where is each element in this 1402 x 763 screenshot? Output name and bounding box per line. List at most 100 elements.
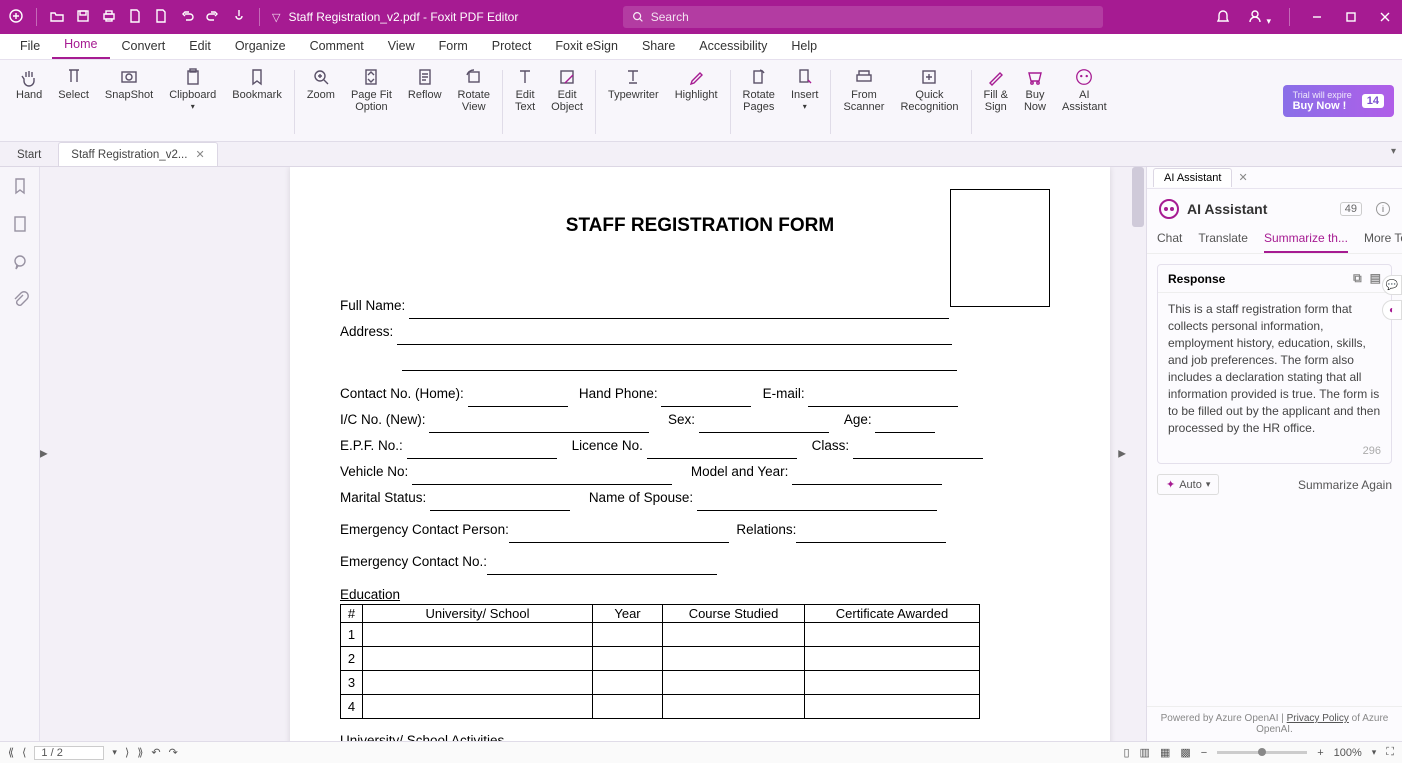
undo-icon[interactable] <box>179 8 195 27</box>
zoom-slider[interactable] <box>1217 751 1307 754</box>
ai-panel-close-icon[interactable]: ✕ <box>1238 171 1247 184</box>
menu-home[interactable]: Home <box>52 33 109 59</box>
document-canvas[interactable]: ▶ STAFF REGISTRATION FORM Full Name: Add… <box>40 167 1130 741</box>
trial-banner[interactable]: Trial will expireBuy Now ! 14 <box>1283 85 1394 117</box>
close-button[interactable] <box>1376 8 1394 26</box>
snapshot-button[interactable]: SnapShot <box>97 64 161 101</box>
view-continuous-icon[interactable]: ▥ <box>1140 746 1150 759</box>
aiassistant-button[interactable]: AI Assistant <box>1054 64 1115 113</box>
tab-close-icon[interactable]: ✕ <box>195 148 204 161</box>
bookmark-button[interactable]: Bookmark <box>224 64 290 101</box>
info-icon[interactable]: i <box>1376 202 1390 216</box>
menu-organize[interactable]: Organize <box>223 35 298 59</box>
pdf-page: STAFF REGISTRATION FORM Full Name: Addre… <box>290 167 1110 741</box>
menu-esign[interactable]: Foxit eSign <box>543 35 630 59</box>
fromscanner-button[interactable]: From Scanner <box>835 64 892 113</box>
next-page-icon[interactable]: ⟩ <box>125 746 129 759</box>
view-single-icon[interactable]: ▯ <box>1123 746 1129 759</box>
rotateview-button[interactable]: Rotate View <box>450 64 498 113</box>
education-label: Education <box>340 587 1060 602</box>
page-add-icon[interactable] <box>127 8 143 27</box>
tab-start[interactable]: Start <box>4 142 54 166</box>
prev-page-icon[interactable]: ⟨ <box>22 746 26 759</box>
float-chat-icon[interactable]: 💬 <box>1382 275 1402 295</box>
hand-button[interactable]: Hand <box>8 64 50 101</box>
reflow-button[interactable]: Reflow <box>400 64 450 101</box>
maximize-button[interactable] <box>1342 8 1360 26</box>
feedback-icon[interactable]: ▤ <box>1370 271 1381 286</box>
ai-tab-translate[interactable]: Translate <box>1198 227 1248 253</box>
insert-button[interactable]: Insert▾ <box>783 64 827 113</box>
zoom-in-icon[interactable]: + <box>1317 747 1323 759</box>
search-box[interactable]: Search <box>623 6 1103 28</box>
tab-document[interactable]: Staff Registration_v2...✕ <box>58 142 217 166</box>
minimize-button[interactable] <box>1308 8 1326 26</box>
last-page-icon[interactable]: ⟫ <box>137 746 143 759</box>
ai-tab-more[interactable]: More Tools ▾ <box>1364 227 1402 253</box>
expand-right-icon[interactable]: ▶ <box>1118 449 1126 460</box>
page-icon[interactable] <box>153 8 169 27</box>
highlight-button[interactable]: Highlight <box>667 64 726 101</box>
expand-left-icon[interactable]: ▶ <box>40 449 48 460</box>
privacy-link[interactable]: Privacy Policy <box>1287 713 1349 724</box>
select-button[interactable]: Select <box>50 64 97 101</box>
edittext-button[interactable]: Edit Text <box>507 64 543 113</box>
summarize-again-button[interactable]: Summarize Again <box>1298 478 1392 492</box>
ai-footer: Powered by Azure OpenAI | Privacy Policy… <box>1147 706 1402 741</box>
comments-panel-icon[interactable] <box>11 253 29 271</box>
clipboard-button[interactable]: Clipboard▾ <box>161 64 224 113</box>
zoom-out-icon[interactable]: − <box>1201 747 1207 759</box>
editobject-button[interactable]: Edit Object <box>543 64 591 113</box>
ai-tab-summarize[interactable]: Summarize th... <box>1264 227 1348 253</box>
redo-icon[interactable] <box>205 8 221 27</box>
document-tabstrip: Start Staff Registration_v2...✕ ▾ <box>0 142 1402 167</box>
page-number-input[interactable]: 1 / 2 <box>34 746 104 760</box>
tabstrip-menu-icon[interactable]: ▾ <box>1391 146 1396 157</box>
token-count: 296 <box>1158 445 1391 463</box>
menu-file[interactable]: File <box>8 35 52 59</box>
menu-edit[interactable]: Edit <box>177 35 223 59</box>
auto-dropdown[interactable]: ✦Auto▾ <box>1157 474 1219 495</box>
print-icon[interactable] <box>101 8 117 27</box>
menu-help[interactable]: Help <box>779 35 829 59</box>
nav-back-icon[interactable]: ↶ <box>151 746 160 759</box>
touch-mode-icon[interactable] <box>231 8 247 27</box>
fillsign-button[interactable]: Fill & Sign <box>976 64 1016 113</box>
qat-dropdown-icon[interactable]: ▽ <box>272 11 280 24</box>
nav-fwd-icon[interactable]: ↷ <box>169 746 178 759</box>
buynow-button[interactable]: Buy Now <box>1016 64 1054 113</box>
rotatepages-button[interactable]: Rotate Pages <box>735 64 783 113</box>
float-ai-icon[interactable]: ◐ <box>1382 300 1402 320</box>
bell-icon[interactable] <box>1215 8 1231 27</box>
view-facing-icon[interactable]: ▦ <box>1160 746 1170 759</box>
copy-icon[interactable]: ⧉ <box>1353 271 1362 286</box>
ai-title: AI Assistant <box>1187 201 1267 217</box>
view-facing-cont-icon[interactable]: ▩ <box>1180 746 1190 759</box>
zoom-value: 100% <box>1334 747 1362 759</box>
menu-form[interactable]: Form <box>427 35 480 59</box>
pages-panel-icon[interactable] <box>11 215 29 233</box>
quick-access-toolbar: ▽ <box>8 8 280 27</box>
menu-accessibility[interactable]: Accessibility <box>687 35 779 59</box>
first-page-icon[interactable]: ⟪ <box>8 746 14 759</box>
bookmark-panel-icon[interactable] <box>11 177 29 195</box>
zoom-button[interactable]: Zoom <box>299 64 343 101</box>
vertical-scrollbar[interactable] <box>1130 167 1146 741</box>
ai-panel-tab[interactable]: AI Assistant <box>1153 168 1232 187</box>
search-placeholder: Search <box>651 10 689 24</box>
menu-share[interactable]: Share <box>630 35 687 59</box>
ai-tab-chat[interactable]: Chat <box>1157 227 1182 253</box>
fullscreen-icon[interactable]: ⛶ <box>1386 746 1394 759</box>
menu-comment[interactable]: Comment <box>298 35 376 59</box>
open-icon[interactable] <box>49 8 65 27</box>
quickrecognition-button[interactable]: Quick Recognition <box>892 64 966 113</box>
menu-view[interactable]: View <box>376 35 427 59</box>
menu-protect[interactable]: Protect <box>480 35 544 59</box>
save-icon[interactable] <box>75 8 91 27</box>
pagefit-button[interactable]: Page Fit Option <box>343 64 400 113</box>
app-logo-icon <box>8 8 24 27</box>
attachments-panel-icon[interactable] <box>11 291 29 309</box>
menu-convert[interactable]: Convert <box>110 35 178 59</box>
typewriter-button[interactable]: Typewriter <box>600 64 667 101</box>
account-icon[interactable]: ▾ <box>1247 8 1271 27</box>
